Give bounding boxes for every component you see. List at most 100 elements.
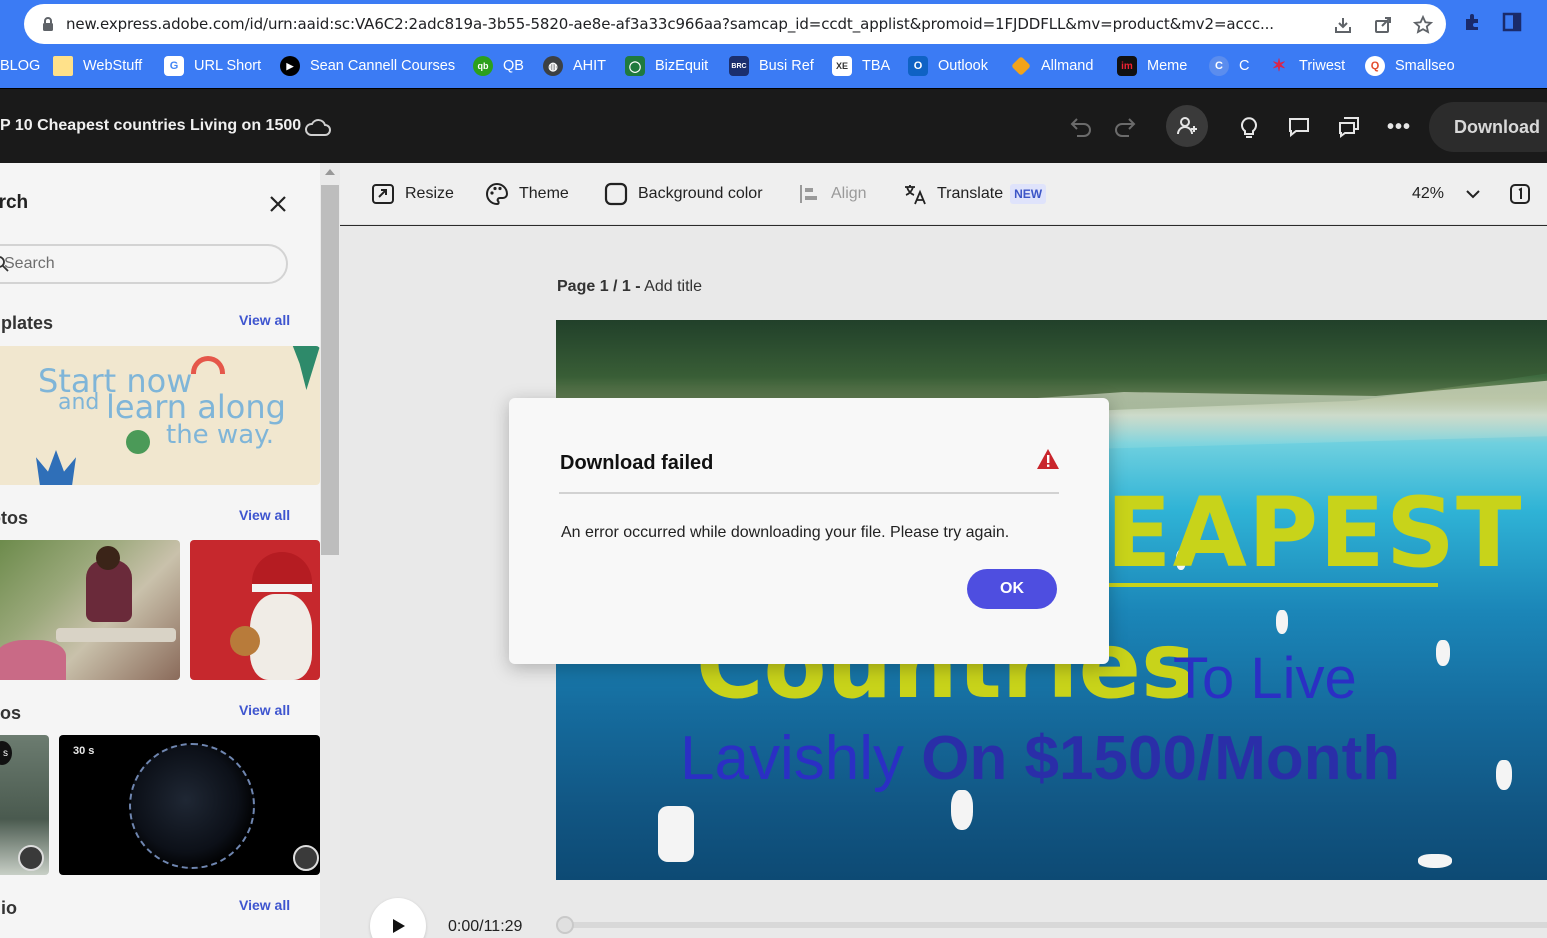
boat bbox=[951, 790, 973, 830]
play-button[interactable] bbox=[370, 898, 426, 938]
download-button[interactable]: Download bbox=[1429, 102, 1547, 152]
zoom-select[interactable]: 42% bbox=[1412, 180, 1480, 208]
video-thumbnail-sphere[interactable]: 30 s bbox=[59, 735, 320, 875]
browser-chrome: new.express.adobe.com/id/urn:aaid:sc:VA6… bbox=[0, 0, 1547, 88]
person-head bbox=[96, 546, 120, 570]
pages-icon[interactable] bbox=[1508, 182, 1532, 206]
videos-heading: eos bbox=[0, 703, 22, 723]
allmand-icon bbox=[1011, 56, 1031, 76]
plant-icon bbox=[36, 450, 76, 485]
photo-thumbnail-santa[interactable] bbox=[190, 540, 320, 680]
bookmark-outlook[interactable]: O Outlook bbox=[908, 50, 988, 82]
share-present-icon[interactable] bbox=[1336, 114, 1362, 140]
url-text[interactable]: new.express.adobe.com/id/urn:aaid:sc:VA6… bbox=[66, 15, 1311, 33]
align-icon bbox=[796, 181, 822, 207]
address-bar[interactable]: new.express.adobe.com/id/urn:aaid:sc:VA6… bbox=[24, 4, 1446, 44]
bookmark-blog[interactable]: BLOG bbox=[0, 50, 40, 82]
globe-icon bbox=[126, 430, 150, 454]
bookmark-c[interactable]: CC bbox=[1209, 50, 1249, 82]
star-icon[interactable] bbox=[1412, 14, 1434, 36]
chevron-down-icon bbox=[1466, 189, 1480, 199]
page-label[interactable]: Page 1 / 1 - Add title bbox=[557, 278, 702, 296]
lightbulb-icon[interactable] bbox=[1237, 114, 1261, 140]
bookmark-meme[interactable]: im Meme bbox=[1117, 50, 1187, 82]
redo-icon[interactable] bbox=[1111, 113, 1139, 141]
play-icon bbox=[393, 919, 405, 933]
close-icon[interactable] bbox=[268, 194, 288, 214]
slide-title-cheapest: EAPEST bbox=[1106, 477, 1523, 589]
templates-view-all[interactable]: View all bbox=[239, 312, 290, 328]
bookmark-sean-cannell[interactable]: ▶ Sean Cannell Courses bbox=[280, 50, 455, 82]
bookmark-triwest[interactable]: ✶ Triwest bbox=[1269, 50, 1345, 82]
bookmark-webstuff[interactable]: WebStuff bbox=[53, 50, 142, 82]
photos-heading: otos bbox=[0, 508, 28, 528]
folder-icon bbox=[53, 56, 73, 76]
timeline-scrubber[interactable] bbox=[556, 916, 574, 934]
warning-icon bbox=[1036, 448, 1060, 470]
c-icon: C bbox=[1209, 56, 1229, 76]
template-thumbnail[interactable]: Start now and learn along the way. bbox=[0, 346, 320, 485]
new-badge: NEW bbox=[1010, 184, 1047, 204]
panel-scrollbar[interactable] bbox=[320, 163, 340, 938]
bookmark-ahit[interactable]: ◍ AHIT bbox=[543, 50, 606, 82]
photos-view-all[interactable]: View all bbox=[239, 507, 290, 523]
cloud-icon[interactable] bbox=[303, 116, 333, 138]
timeline-track[interactable] bbox=[556, 922, 1547, 928]
extensions-icon[interactable] bbox=[1461, 11, 1483, 33]
premium-icon bbox=[293, 845, 319, 871]
invite-user-icon[interactable] bbox=[1166, 105, 1208, 147]
particle-sphere bbox=[129, 743, 255, 869]
dialog-divider bbox=[559, 492, 1059, 494]
scroll-up-arrow[interactable] bbox=[325, 169, 335, 175]
palette-icon bbox=[484, 181, 510, 207]
bookmark-busi-ref[interactable]: BRC Busi Ref bbox=[729, 50, 814, 82]
lock-icon[interactable] bbox=[40, 16, 56, 32]
panel-heading: arch bbox=[0, 192, 29, 213]
globe-icon: ◍ bbox=[543, 56, 563, 76]
install-icon[interactable] bbox=[1332, 14, 1354, 36]
leaf-icon bbox=[292, 346, 320, 390]
dialog-title: Download failed bbox=[560, 452, 714, 474]
templates-heading: nplates bbox=[0, 313, 54, 333]
videos-view-all[interactable]: View all bbox=[239, 702, 290, 718]
bookmark-url-short[interactable]: G URL Short bbox=[164, 50, 261, 82]
slide-title-to-live: To Live bbox=[1173, 646, 1357, 711]
document-title[interactable]: P 10 Cheapest countries Living on 1500 bbox=[0, 117, 301, 135]
bookmark-bizequit[interactable]: ◯ BizEquit bbox=[625, 50, 708, 82]
ok-button[interactable]: OK bbox=[967, 569, 1057, 609]
premium-icon bbox=[18, 845, 44, 871]
resize-button[interactable]: Resize bbox=[370, 180, 454, 208]
background-color-button[interactable]: Background color bbox=[603, 180, 763, 208]
translate-icon bbox=[902, 181, 928, 207]
bookmark-qb[interactable]: qb QB bbox=[473, 50, 524, 82]
bookmark-smallseo[interactable]: Q Smallseo bbox=[1365, 50, 1455, 82]
theme-button[interactable]: Theme bbox=[484, 180, 569, 208]
xe-icon: XE bbox=[832, 56, 852, 76]
align-button[interactable]: Align bbox=[796, 180, 867, 208]
scrollbar-thumb[interactable] bbox=[321, 185, 339, 555]
search-icon bbox=[0, 255, 10, 273]
audio-view-all[interactable]: View all bbox=[239, 897, 290, 913]
editor-toolbar: Resize Theme Background color Align Tran… bbox=[340, 163, 1547, 225]
video-duration-badge: s bbox=[0, 741, 12, 765]
play-icon: ▶ bbox=[280, 56, 300, 76]
template-line3: the way. bbox=[166, 420, 275, 450]
side-panel-icon[interactable] bbox=[1501, 11, 1523, 33]
video-thumbnail-1[interactable]: s bbox=[0, 735, 49, 875]
undo-icon[interactable] bbox=[1067, 113, 1095, 141]
translate-button[interactable]: Translate NEW bbox=[902, 180, 1047, 208]
boat bbox=[1276, 610, 1288, 634]
boat bbox=[1418, 854, 1452, 868]
photo-thumbnail-man-bench[interactable] bbox=[0, 540, 180, 680]
smallseo-icon: Q bbox=[1365, 56, 1385, 76]
share-icon[interactable] bbox=[1372, 14, 1394, 36]
search-input[interactable]: Search bbox=[0, 244, 288, 284]
santa-hat bbox=[252, 552, 312, 592]
video-duration-badge-2: 30 s bbox=[73, 745, 95, 757]
catamaran bbox=[658, 806, 694, 862]
more-icon[interactable]: ••• bbox=[1386, 114, 1412, 140]
comment-icon[interactable] bbox=[1286, 114, 1312, 140]
bookmark-tba[interactable]: XE TBA bbox=[832, 50, 890, 82]
bookmark-allmand[interactable]: Allmand bbox=[1011, 50, 1093, 82]
quickbooks-icon: qb bbox=[473, 56, 493, 76]
